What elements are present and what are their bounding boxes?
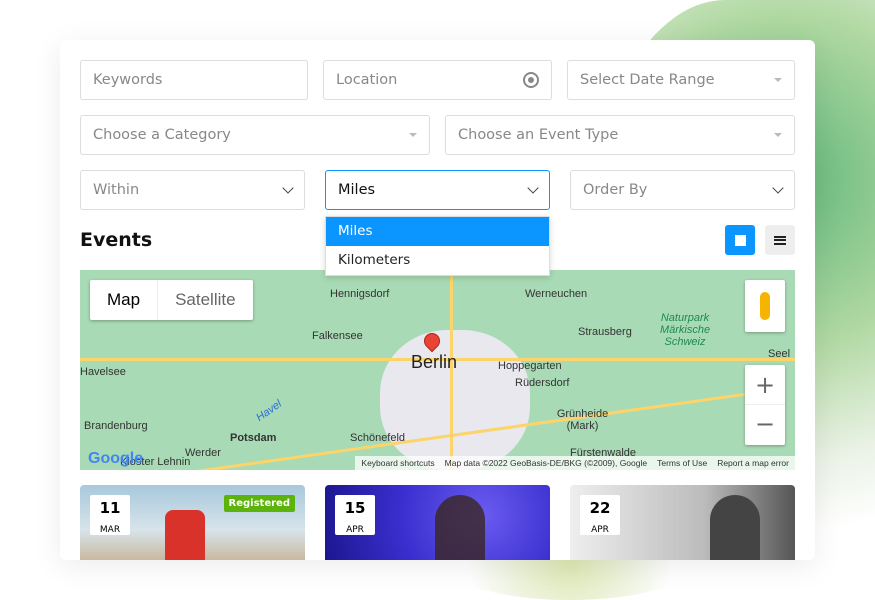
event-card[interactable]: 11 MAR Registered (80, 485, 305, 560)
city-area (380, 330, 530, 470)
map-label: Havel (254, 398, 285, 424)
list-view-button[interactable] (765, 225, 795, 255)
map-center-label: Berlin (411, 352, 458, 372)
keywords-input[interactable]: Keywords (80, 60, 308, 100)
event-card[interactable]: 15 APR (325, 485, 550, 560)
label: Miles (338, 182, 376, 198)
month: APR (346, 525, 364, 535)
event-image (435, 495, 485, 560)
registered-badge: Registered (223, 495, 295, 512)
day: 11 (99, 499, 121, 517)
map-label: Werder (185, 447, 221, 459)
zoom-control: + − (745, 365, 785, 445)
events-title: Events (80, 229, 153, 251)
within-select[interactable]: Within (80, 170, 305, 210)
event-image (165, 510, 205, 560)
map-label: Falkensee (312, 330, 363, 342)
label: Choose a Category (93, 127, 231, 143)
day: 15 (344, 499, 366, 517)
event-type-select[interactable]: Choose an Event Type (445, 115, 795, 155)
unit-select[interactable]: Miles (325, 170, 550, 210)
map-label: Schönefeld (350, 432, 406, 444)
map-label: Havelsee (80, 366, 126, 378)
category-select[interactable]: Choose a Category (80, 115, 430, 155)
pegman-icon (760, 292, 770, 320)
date-badge: 22 APR (580, 495, 620, 535)
map-tab[interactable]: Map (90, 280, 157, 320)
option-kilometers[interactable]: Kilometers (326, 246, 549, 275)
street-view-button[interactable] (745, 280, 785, 332)
google-logo: Google (88, 450, 144, 467)
zoom-in-button[interactable]: + (745, 365, 785, 405)
map-label: Seel (768, 348, 791, 360)
date-badge: 15 APR (335, 495, 375, 535)
chevron-down-icon (282, 182, 294, 194)
caret-down-icon (774, 133, 782, 137)
caret-down-icon (409, 133, 417, 137)
report-error-link[interactable]: Report a map error (717, 458, 789, 468)
order-by-select[interactable]: Order By (570, 170, 795, 210)
map-label: Brandenburg (84, 420, 148, 432)
month: APR (591, 525, 609, 535)
location-input[interactable]: Location (323, 60, 552, 100)
map-label: Hoppegarten (498, 360, 562, 372)
square-icon (734, 234, 746, 246)
map-data-text: Map data ©2022 GeoBasis-DE/BKG (©2009), … (444, 458, 648, 468)
satellite-tab[interactable]: Satellite (157, 280, 252, 320)
events-panel: Keywords Location Select Date Range Choo… (60, 40, 815, 560)
date-range-select[interactable]: Select Date Range (567, 60, 795, 100)
terms-link[interactable]: Terms of Use (657, 458, 707, 468)
grid-view-button[interactable] (725, 225, 755, 255)
date-badge: 11 MAR (90, 495, 130, 535)
chevron-down-icon (772, 182, 784, 194)
map-attribution: Keyboard shortcuts Map data ©2022 GeoBas… (355, 456, 795, 470)
map-label: Potsdam (230, 432, 277, 444)
map-label: Grünheide (Mark) (556, 408, 609, 432)
map-label: Strausberg (578, 326, 632, 338)
keyboard-shortcuts-link[interactable]: Keyboard shortcuts (361, 458, 434, 468)
caret-down-icon (774, 78, 782, 82)
event-image (710, 495, 760, 560)
event-card[interactable]: 22 APR (570, 485, 795, 560)
map-label: Hennigsdorf (330, 288, 390, 300)
map[interactable]: Hennigsdorf Werneuchen Falkensee Strausb… (80, 270, 795, 470)
placeholder: Keywords (93, 72, 163, 88)
label: Within (93, 182, 140, 198)
map-label: Naturpark Märkische Schweiz (659, 312, 711, 348)
zoom-out-button[interactable]: − (745, 405, 785, 445)
label: Select Date Range (580, 72, 715, 88)
list-icon (774, 235, 786, 245)
map-label: Rüdersdorf (515, 377, 570, 389)
unit-dropdown: Miles Kilometers (325, 216, 550, 276)
map-type-control: Map Satellite (90, 280, 253, 320)
label: Choose an Event Type (458, 127, 619, 143)
label: Order By (583, 182, 648, 198)
placeholder: Location (336, 72, 398, 88)
day: 22 (589, 499, 611, 517)
map-label: Werneuchen (525, 288, 588, 300)
chevron-down-icon (527, 182, 539, 194)
month: MAR (99, 525, 121, 535)
option-miles[interactable]: Miles (326, 217, 549, 246)
locate-icon[interactable] (523, 72, 539, 88)
